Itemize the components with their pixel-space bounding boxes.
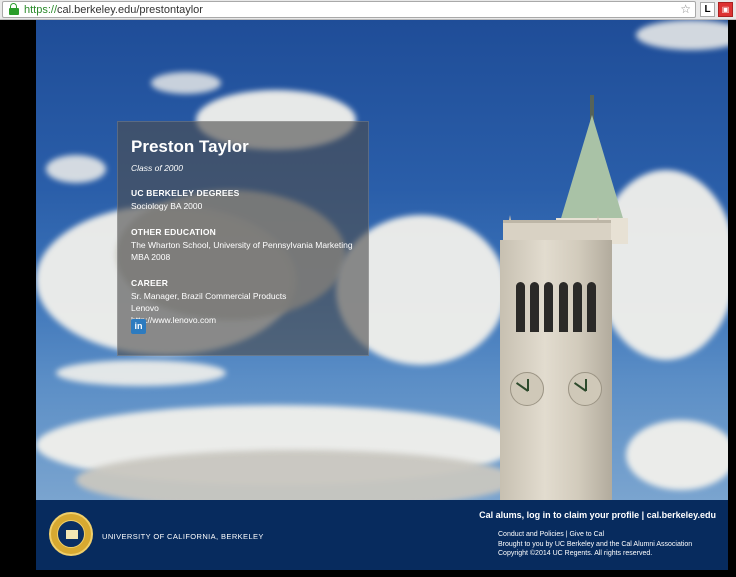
conduct-policies-link[interactable]: Conduct and Policies — [498, 531, 564, 538]
brought-to-you-text: Brought to you by UC Berkeley and the Ca… — [498, 540, 693, 548]
claim-profile-link[interactable]: Cal alums, log in to claim your profile … — [479, 510, 716, 520]
url-path: cal.berkeley.edu/prestontaylor — [57, 3, 203, 16]
pdf-extension-icon[interactable]: ▣ — [718, 2, 733, 17]
degree-item: Sociology BA 2000 — [131, 201, 203, 211]
lock-icon — [7, 2, 21, 17]
give-to-cal-link[interactable]: Give to Cal — [569, 531, 604, 538]
browser-toolbar: https://cal.berkeley.edu/prestontaylor ☆… — [0, 0, 736, 20]
linkedin-icon[interactable]: in — [131, 319, 146, 334]
university-name: UNIVERSITY OF CALIFORNIA, BERKELEY — [102, 532, 264, 541]
copyright-text: Copyright ©2014 UC Regents. All rights r… — [498, 550, 653, 557]
other-education-item: MBA 2008 — [131, 252, 171, 262]
career-title: Sr. Manager, Brazil Commercial Products — [131, 291, 287, 301]
career-company: Lenovo — [131, 303, 159, 313]
url-scheme: https:// — [24, 3, 58, 16]
profile-name: Preston Taylor — [131, 137, 249, 156]
other-education-heading: OTHER EDUCATION — [131, 227, 217, 237]
class-year: Class of 2000 — [131, 163, 183, 173]
footer-links: Conduct and Policies | Give to Cal Broug… — [498, 530, 692, 559]
url-text[interactable]: https://cal.berkeley.edu/prestontaylor — [24, 4, 203, 16]
campanile-tower — [500, 240, 612, 500]
uc-seal-logo — [49, 512, 93, 556]
address-bar[interactable]: https://cal.berkeley.edu/prestontaylor ☆ — [2, 1, 696, 18]
bookmark-star-icon[interactable]: ☆ — [680, 2, 691, 17]
tower-spire — [559, 115, 625, 225]
clock-face — [568, 372, 602, 406]
site-footer: UNIVERSITY OF CALIFORNIA, BERKELEY Cal a… — [36, 500, 728, 570]
clock-face — [510, 372, 544, 406]
profile-card: Preston Taylor Class of 2000 UC BERKELEY… — [117, 121, 369, 356]
extension-l-button[interactable]: L — [700, 2, 715, 17]
career-website-link[interactable]: http://www.lenovo.com — [131, 315, 355, 326]
degrees-heading: UC BERKELEY DEGREES — [131, 188, 240, 198]
tower-belfry — [510, 282, 602, 340]
career-heading: CAREER — [131, 278, 169, 288]
other-education-item: The Wharton School, University of Pennsy… — [131, 240, 353, 250]
